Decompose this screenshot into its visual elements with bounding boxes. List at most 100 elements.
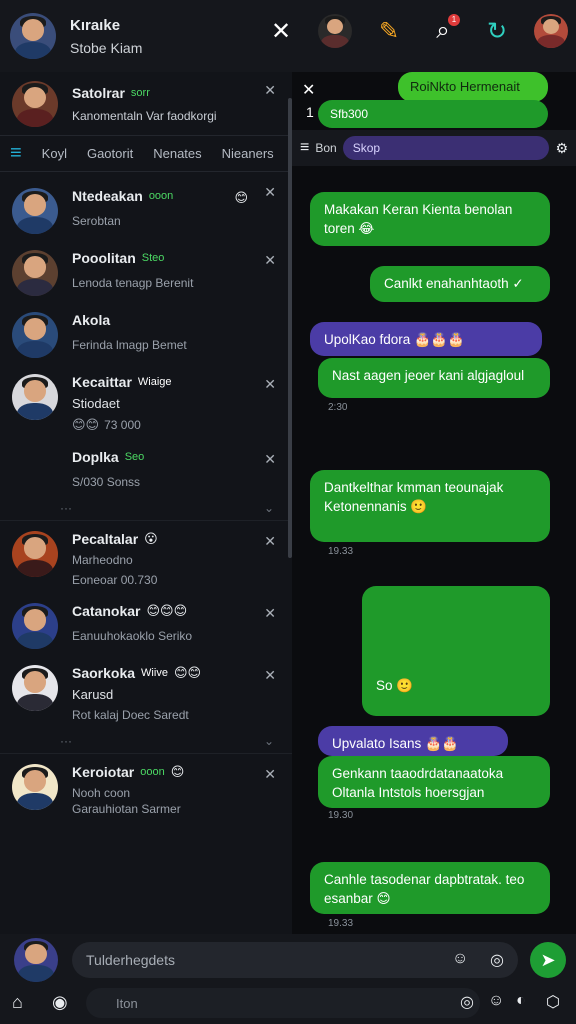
tab-3[interactable]: Nenates <box>153 146 201 161</box>
top-icons: ✕ ✎ ⌕ 1 ↻ <box>264 14 568 48</box>
close-icon[interactable]: ✕ <box>264 451 276 468</box>
close-icon[interactable]: ✕ <box>264 14 298 48</box>
top-sub-bubble[interactable]: Sfb300 <box>318 100 548 128</box>
list-item[interactable]: Saorkoka Wiive 😊😊 Karusd Rot kalaj Doec Sa… <box>0 655 292 728</box>
profile-avatar-icon[interactable] <box>534 14 568 48</box>
search-input[interactable]: Skop <box>342 136 550 160</box>
gif-icon[interactable]: ◐ <box>516 992 526 1010</box>
top-bar: Kıraıke Stobe Kiam ✕ ✎ ⌕ 1 ↻ <box>0 0 576 72</box>
home-icon[interactable]: ⌂ <box>12 992 23 1013</box>
message-bubble[interactable]: Canhle tasodenar dapbtratak. teo esanbar… <box>310 862 550 914</box>
message-bubble[interactable]: UpolKao fdora 🎂🎂🎂 <box>310 322 542 356</box>
collapse-row[interactable]: ··· ⌄ <box>0 495 292 521</box>
chevron-down-icon[interactable]: ⌄ <box>264 734 274 748</box>
chat-preview: S/030 Sonss <box>72 475 141 489</box>
target-icon[interactable]: ◎ <box>460 992 474 1012</box>
pinned-chat[interactable]: Satolrar sorr Kanomentaln Var faodkorgi … <box>0 72 292 136</box>
conversation-header: ✕ 1 RoiNkto Hermenait Sfb300 <box>292 72 576 130</box>
chat-status: Seo <box>124 451 145 463</box>
chat-preview: Nooh coon <box>72 786 131 800</box>
message-bubble[interactable]: Makakan Keran Kienta benolan toren 😂 <box>310 192 550 246</box>
close-icon[interactable]: ✕ <box>264 766 276 783</box>
chat-name: Akola <box>72 312 111 328</box>
menu-icon[interactable]: ≡ <box>300 139 309 157</box>
chat-name: Doplka <box>72 449 119 465</box>
avatar <box>12 665 58 711</box>
close-icon[interactable]: ✕ <box>264 605 276 622</box>
menu-icon[interactable]: ≡ <box>10 142 22 165</box>
my-avatar[interactable] <box>10 13 56 59</box>
send-button[interactable]: ➤ <box>530 942 566 978</box>
chat-emoji: 😊 <box>170 764 185 779</box>
chat-status: Wiive <box>141 667 168 679</box>
message-time: 19.33 <box>328 918 354 929</box>
camera-icon[interactable]: ◉ <box>52 992 68 1013</box>
chat-preview-2: Eoneoar 00.730 <box>72 573 158 587</box>
chat-name: Ntedeakan <box>72 188 143 204</box>
chat-emoji: 😊 <box>234 190 248 205</box>
top-bubble[interactable]: RoiNkto Hermenait <box>398 72 548 102</box>
message-bubble[interactable]: Genkann taaodrdatanaatoka Oltanla Intsto… <box>318 756 550 808</box>
attach-icon[interactable]: ◎ <box>490 950 504 970</box>
bottom-input[interactable]: Iton <box>86 988 480 1018</box>
close-icon[interactable]: ✕ <box>264 667 276 684</box>
chat-emoji: 😊😊 <box>72 417 100 432</box>
chat-preview: Ferinda lmagp Bemet <box>72 338 187 352</box>
chevron-down-icon[interactable]: ⌄ <box>264 501 274 515</box>
message-bubble[interactable]: Nast aagen jeoer kani algjagloul <box>318 358 550 398</box>
list-item[interactable]: Pecaltalar 😮 Marheodno Eoneoar 00.730 ✕ <box>0 521 292 593</box>
header-subtitle: Stobe Kiam <box>70 39 143 56</box>
settings-icon[interactable]: ⚙ <box>555 140 568 157</box>
chat-name: Pecaltalar <box>72 531 139 547</box>
search-icon[interactable]: ⌕ 1 <box>426 14 460 48</box>
tab-2[interactable]: Gaotorit <box>87 146 133 161</box>
chat-preview-2: Garauhiotan Sarmer <box>72 802 181 816</box>
close-icon[interactable]: ✕ <box>264 252 276 269</box>
chat-name: Pooolitan <box>72 250 136 266</box>
composer: Tulderhegdets ☺ ◎ ➤ ⌂ ◉ Iton ◎ ☺ ◐ ⬡ <box>0 934 576 1024</box>
header-title: Kıraıke <box>70 16 121 34</box>
list-item[interactable]: Doplka Seo S/030 Sonss ✕ <box>0 439 292 495</box>
tab-1[interactable]: Koyl <box>42 146 67 161</box>
close-icon[interactable]: ✕ <box>264 376 276 393</box>
search-label: Bon <box>315 141 337 155</box>
chat-emoji: 😊😊😊 <box>146 603 188 618</box>
notification-badge: 1 <box>448 14 460 26</box>
close-icon[interactable]: ✕ <box>264 184 276 201</box>
chat-emoji: 😮 <box>144 531 158 546</box>
list-item[interactable]: Ntedeakan ooon Serobtan 😊 ✕ <box>0 172 292 240</box>
avatar <box>12 250 58 296</box>
list-item[interactable]: Pooolitan Steo Lenoda tenagp Berenit ✕ <box>0 240 292 302</box>
pinned-name: Satolrar <box>72 84 125 101</box>
list-item[interactable]: Keroiotar ooon 😊 Nooh coon Garauhiotan Sar… <box>0 754 292 822</box>
list-item[interactable]: Kecaittar Wiaige Stiodaet 😊😊 73 000 ✕ <box>0 364 292 439</box>
contact-avatar-icon[interactable] <box>318 14 352 48</box>
emoji-icon[interactable]: ☺ <box>452 950 468 968</box>
close-icon[interactable]: ✕ <box>264 82 276 99</box>
message-bubble[interactable]: Canlkt enahanhtaoth ✓ <box>370 266 550 302</box>
tab-bar: ≡ Koyl Gaotorit Nenates Nieaners <box>0 136 292 172</box>
message-bubble[interactable]: So 🙂 <box>362 586 550 716</box>
collapse-row[interactable]: ··· ⌄ <box>0 728 292 754</box>
tab-4[interactable]: Nieaners <box>222 146 274 161</box>
conversation-panel: ✕ 1 RoiNkto Hermenait Sfb300 ≡ Bon Skop … <box>292 72 576 934</box>
message-bubble[interactable]: Upvalato Isans 🎂🎂 <box>318 726 508 756</box>
message-bubble[interactable]: Dantkelthar kmman teounajak Ketonennanis… <box>310 470 550 542</box>
avatar <box>12 764 58 810</box>
chat-name: Saorkoka <box>72 665 136 681</box>
list-item[interactable]: Catanokar 😊😊😊 Eanuuhokaoklo Seriko ✕ <box>0 593 292 655</box>
list-item[interactable]: Akola Ferinda lmagp Bemet <box>0 302 292 364</box>
composer-avatar[interactable] <box>14 938 58 982</box>
chat-name: Keroiotar <box>72 764 135 780</box>
pinned-preview: Kanomentaln Var faodkorgi <box>72 108 217 123</box>
chat-status: Wiaige <box>137 376 172 388</box>
refresh-icon[interactable]: ↻ <box>480 14 514 48</box>
close-icon[interactable]: ✕ <box>302 80 315 100</box>
chat-status: ooon <box>140 766 165 778</box>
chat-preview: Eanuuhokaoklo Seriko <box>72 629 193 643</box>
cube-icon[interactable]: ⬡ <box>546 992 560 1012</box>
bottom-bar: ⌂ ◉ Iton ◎ ☺ ◐ ⬡ <box>0 984 576 1024</box>
close-icon[interactable]: ✕ <box>264 533 276 550</box>
pin-icon[interactable]: ✎ <box>372 14 406 48</box>
emoji-icon[interactable]: ☺ <box>488 992 504 1010</box>
